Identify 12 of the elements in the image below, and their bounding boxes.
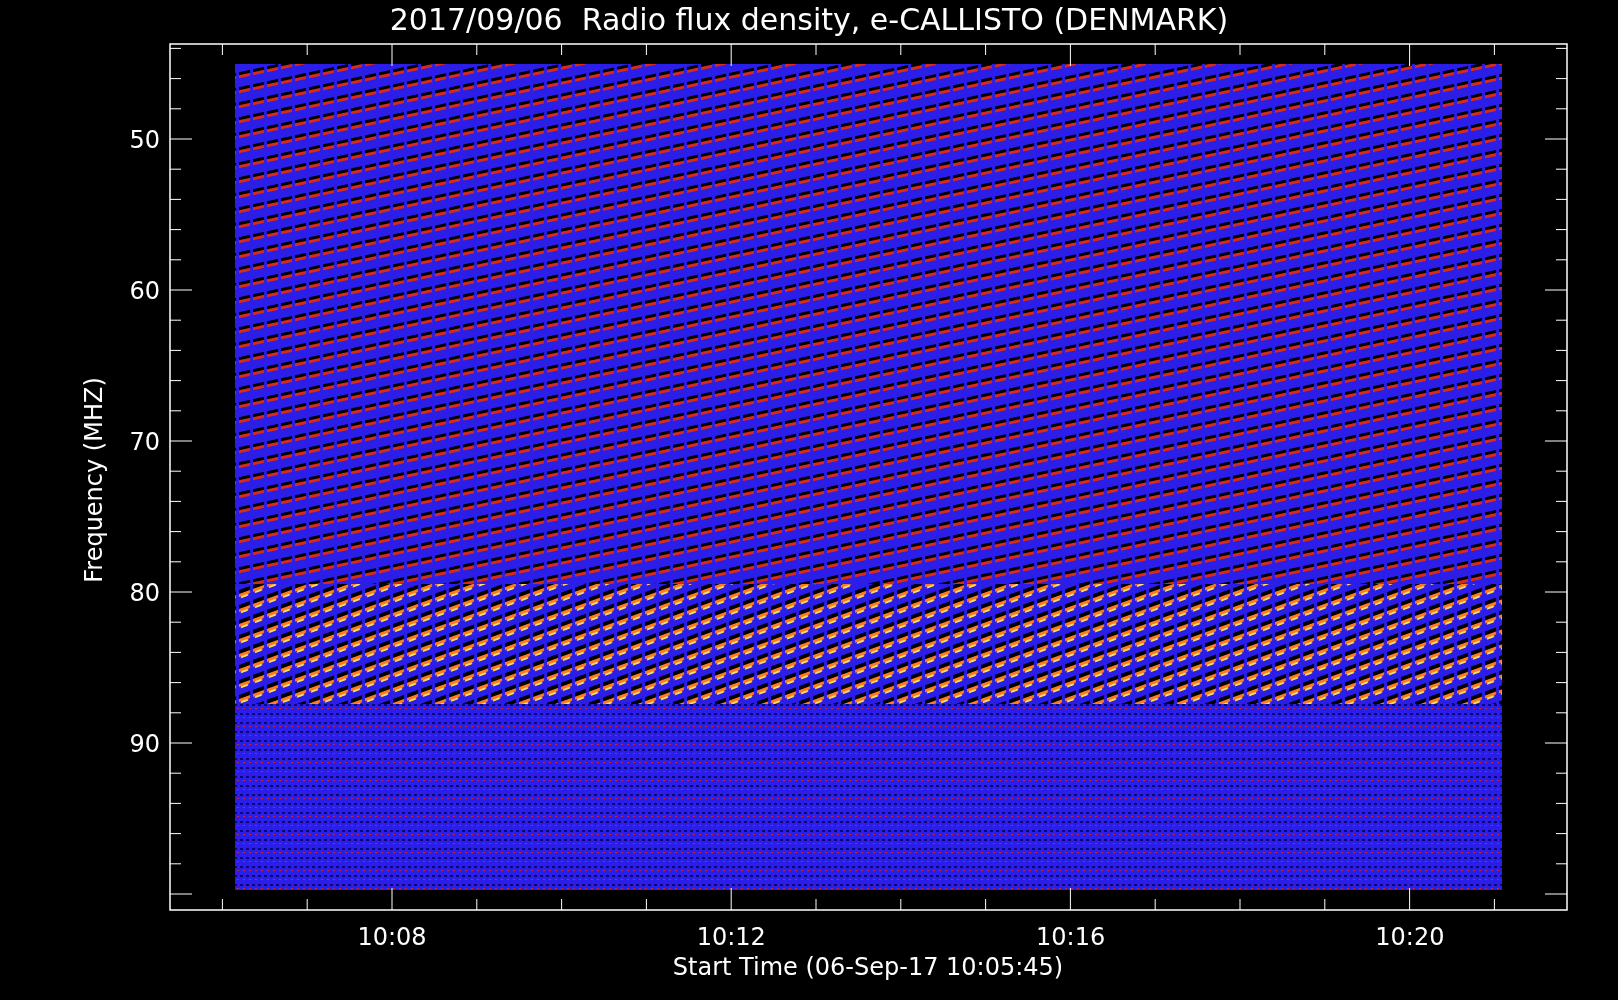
x-tick-label: 10:20	[1375, 923, 1445, 951]
y-axis-label: Frequency (MHZ)	[80, 377, 108, 583]
x-tick-label: 10:12	[696, 923, 766, 951]
y-tick-label: 80	[129, 579, 160, 607]
y-tick-label: 70	[129, 428, 160, 456]
y-tick-label: 60	[129, 277, 160, 305]
y-tick-label: 50	[129, 126, 160, 154]
x-tick-label: 10:16	[1036, 923, 1106, 951]
x-tick-label: 10:08	[357, 923, 427, 951]
chart-title: 2017/09/06 Radio flux density, e-CALLISTO (DENMARK)	[389, 2, 1229, 37]
y-tick-label: 90	[129, 730, 160, 758]
x-axis-label: Start Time (06-Sep-17 10:05:45)	[672, 953, 1064, 981]
